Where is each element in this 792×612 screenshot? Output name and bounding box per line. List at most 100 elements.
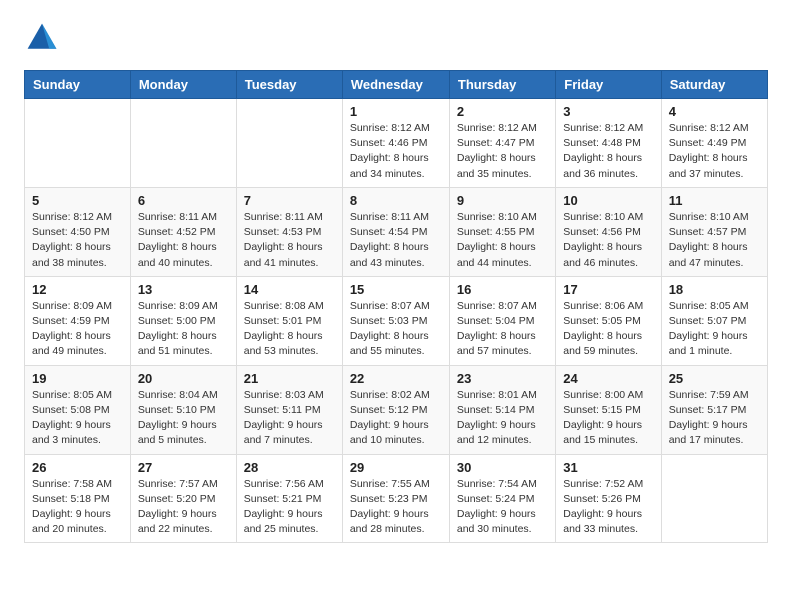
- calendar-cell: [25, 99, 131, 188]
- day-number: 30: [457, 460, 548, 475]
- day-number: 12: [32, 282, 123, 297]
- day-info: Sunrise: 8:11 AM Sunset: 4:54 PM Dayligh…: [350, 210, 442, 271]
- day-info: Sunrise: 7:54 AM Sunset: 5:24 PM Dayligh…: [457, 477, 548, 538]
- day-info: Sunrise: 8:02 AM Sunset: 5:12 PM Dayligh…: [350, 388, 442, 449]
- calendar-cell: 1 Sunrise: 8:12 AM Sunset: 4:46 PM Daylig…: [342, 99, 449, 188]
- calendar-week-1: 1 Sunrise: 8:12 AM Sunset: 4:46 PM Daylig…: [25, 99, 768, 188]
- calendar-cell: 7Sunrise: 8:11 AM Sunset: 4:53 PM Daylig…: [236, 187, 342, 276]
- day-number: 28: [244, 460, 335, 475]
- calendar-cell: 24Sunrise: 8:00 AM Sunset: 5:15 PM Dayli…: [556, 365, 661, 454]
- day-number: 18: [669, 282, 760, 297]
- calendar-week-4: 19 Sunrise: 8:05 AM Sunset: 5:08 PM Dayli…: [25, 365, 768, 454]
- day-number: 8: [350, 193, 442, 208]
- calendar-cell: 20Sunrise: 8:04 AM Sunset: 5:10 PM Dayli…: [130, 365, 236, 454]
- day-info: Sunrise: 8:12 AM Sunset: 4:46 PM Dayligh…: [350, 121, 442, 182]
- logo: [24, 20, 64, 56]
- calendar-cell: 29Sunrise: 7:55 AM Sunset: 5:23 PM Dayli…: [342, 454, 449, 543]
- calendar-cell: 28 Sunrise: 7:56 AM Sunset: 5:21 PM Dayli…: [236, 454, 342, 543]
- calendar-cell: 13 Sunrise: 8:09 AM Sunset: 5:00 PM Dayli…: [130, 276, 236, 365]
- calendar-cell: 3 Sunrise: 8:12 AM Sunset: 4:48 PM Daylig…: [556, 99, 661, 188]
- calendar-cell: [130, 99, 236, 188]
- day-info: Sunrise: 7:56 AM Sunset: 5:21 PM Dayligh…: [244, 477, 335, 538]
- calendar-cell: 8 Sunrise: 8:11 AM Sunset: 4:54 PM Daylig…: [342, 187, 449, 276]
- day-number: 27: [138, 460, 229, 475]
- day-info: Sunrise: 8:05 AM Sunset: 5:07 PM Dayligh…: [669, 299, 760, 360]
- day-info: Sunrise: 8:03 AM Sunset: 5:11 PM Dayligh…: [244, 388, 335, 449]
- day-number: 24: [563, 371, 653, 386]
- day-info: Sunrise: 7:58 AM Sunset: 5:18 PM Dayligh…: [32, 477, 123, 538]
- day-info: Sunrise: 8:10 AM Sunset: 4:55 PM Dayligh…: [457, 210, 548, 271]
- calendar-cell: 4 Sunrise: 8:12 AM Sunset: 4:49 PM Daylig…: [661, 99, 767, 188]
- calendar-cell: 12 Sunrise: 8:09 AM Sunset: 4:59 PM Dayli…: [25, 276, 131, 365]
- day-info: Sunrise: 8:09 AM Sunset: 4:59 PM Dayligh…: [32, 299, 123, 360]
- day-number: 15: [350, 282, 442, 297]
- day-number: 26: [32, 460, 123, 475]
- day-info: Sunrise: 8:10 AM Sunset: 4:56 PM Dayligh…: [563, 210, 653, 271]
- weekday-header-monday: Monday: [130, 71, 236, 99]
- day-number: 31: [563, 460, 653, 475]
- calendar-cell: 14 Sunrise: 8:08 AM Sunset: 5:01 PM Dayli…: [236, 276, 342, 365]
- calendar-cell: 5 Sunrise: 8:12 AM Sunset: 4:50 PM Daylig…: [25, 187, 131, 276]
- calendar-cell: [661, 454, 767, 543]
- weekday-header-row: SundayMondayTuesdayWednesdayThursdayFrid…: [25, 71, 768, 99]
- day-info: Sunrise: 8:09 AM Sunset: 5:00 PM Dayligh…: [138, 299, 229, 360]
- page-header: [24, 20, 768, 56]
- weekday-header-thursday: Thursday: [449, 71, 555, 99]
- day-info: Sunrise: 8:10 AM Sunset: 4:57 PM Dayligh…: [669, 210, 760, 271]
- calendar-week-2: 5 Sunrise: 8:12 AM Sunset: 4:50 PM Daylig…: [25, 187, 768, 276]
- calendar-page: SundayMondayTuesdayWednesdayThursdayFrid…: [0, 0, 792, 563]
- day-info: Sunrise: 8:08 AM Sunset: 5:01 PM Dayligh…: [244, 299, 335, 360]
- day-number: 4: [669, 104, 760, 119]
- day-info: Sunrise: 7:57 AM Sunset: 5:20 PM Dayligh…: [138, 477, 229, 538]
- calendar-cell: 31 Sunrise: 7:52 AM Sunset: 5:26 PM Dayli…: [556, 454, 661, 543]
- day-number: 10: [563, 193, 653, 208]
- day-number: 13: [138, 282, 229, 297]
- day-number: 22: [350, 371, 442, 386]
- day-info: Sunrise: 8:05 AM Sunset: 5:08 PM Dayligh…: [32, 388, 123, 449]
- day-info: Sunrise: 7:52 AM Sunset: 5:26 PM Dayligh…: [563, 477, 653, 538]
- day-info: Sunrise: 8:07 AM Sunset: 5:03 PM Dayligh…: [350, 299, 442, 360]
- calendar-cell: 30 Sunrise: 7:54 AM Sunset: 5:24 PM Dayli…: [449, 454, 555, 543]
- calendar-cell: 17 Sunrise: 8:06 AM Sunset: 5:05 PM Dayli…: [556, 276, 661, 365]
- calendar-cell: 26 Sunrise: 7:58 AM Sunset: 5:18 PM Dayli…: [25, 454, 131, 543]
- day-number: 20: [138, 371, 229, 386]
- day-number: 11: [669, 193, 760, 208]
- calendar-week-3: 12 Sunrise: 8:09 AM Sunset: 4:59 PM Dayli…: [25, 276, 768, 365]
- day-number: 19: [32, 371, 123, 386]
- day-info: Sunrise: 8:12 AM Sunset: 4:48 PM Dayligh…: [563, 121, 653, 182]
- day-number: 9: [457, 193, 548, 208]
- calendar-cell: 25 Sunrise: 7:59 AM Sunset: 5:17 PM Dayli…: [661, 365, 767, 454]
- calendar-cell: 15 Sunrise: 8:07 AM Sunset: 5:03 PM Dayli…: [342, 276, 449, 365]
- weekday-header-friday: Friday: [556, 71, 661, 99]
- calendar-cell: 18 Sunrise: 8:05 AM Sunset: 5:07 PM Dayli…: [661, 276, 767, 365]
- day-number: 3: [563, 104, 653, 119]
- logo-icon: [24, 20, 60, 56]
- day-number: 16: [457, 282, 548, 297]
- day-info: Sunrise: 8:12 AM Sunset: 4:50 PM Dayligh…: [32, 210, 123, 271]
- day-info: Sunrise: 8:06 AM Sunset: 5:05 PM Dayligh…: [563, 299, 653, 360]
- day-info: Sunrise: 8:11 AM Sunset: 4:52 PM Dayligh…: [138, 210, 229, 271]
- calendar-cell: 11 Sunrise: 8:10 AM Sunset: 4:57 PM Dayli…: [661, 187, 767, 276]
- calendar-cell: 27 Sunrise: 7:57 AM Sunset: 5:20 PM Dayli…: [130, 454, 236, 543]
- day-info: Sunrise: 8:07 AM Sunset: 5:04 PM Dayligh…: [457, 299, 548, 360]
- day-number: 29: [350, 460, 442, 475]
- calendar-cell: 6Sunrise: 8:11 AM Sunset: 4:52 PM Daylig…: [130, 187, 236, 276]
- day-number: 25: [669, 371, 760, 386]
- calendar-cell: 10 Sunrise: 8:10 AM Sunset: 4:56 PM Dayli…: [556, 187, 661, 276]
- calendar-week-5: 26 Sunrise: 7:58 AM Sunset: 5:18 PM Dayli…: [25, 454, 768, 543]
- calendar-cell: 23Sunrise: 8:01 AM Sunset: 5:14 PM Dayli…: [449, 365, 555, 454]
- weekday-header-sunday: Sunday: [25, 71, 131, 99]
- weekday-header-tuesday: Tuesday: [236, 71, 342, 99]
- calendar-cell: [236, 99, 342, 188]
- day-number: 2: [457, 104, 548, 119]
- calendar-table: SundayMondayTuesdayWednesdayThursdayFrid…: [24, 70, 768, 543]
- day-info: Sunrise: 8:12 AM Sunset: 4:49 PM Dayligh…: [669, 121, 760, 182]
- day-number: 5: [32, 193, 123, 208]
- day-number: 14: [244, 282, 335, 297]
- day-number: 1: [350, 104, 442, 119]
- weekday-header-saturday: Saturday: [661, 71, 767, 99]
- day-number: 17: [563, 282, 653, 297]
- calendar-cell: 22 Sunrise: 8:02 AM Sunset: 5:12 PM Dayli…: [342, 365, 449, 454]
- calendar-cell: 9 Sunrise: 8:10 AM Sunset: 4:55 PM Daylig…: [449, 187, 555, 276]
- day-info: Sunrise: 7:59 AM Sunset: 5:17 PM Dayligh…: [669, 388, 760, 449]
